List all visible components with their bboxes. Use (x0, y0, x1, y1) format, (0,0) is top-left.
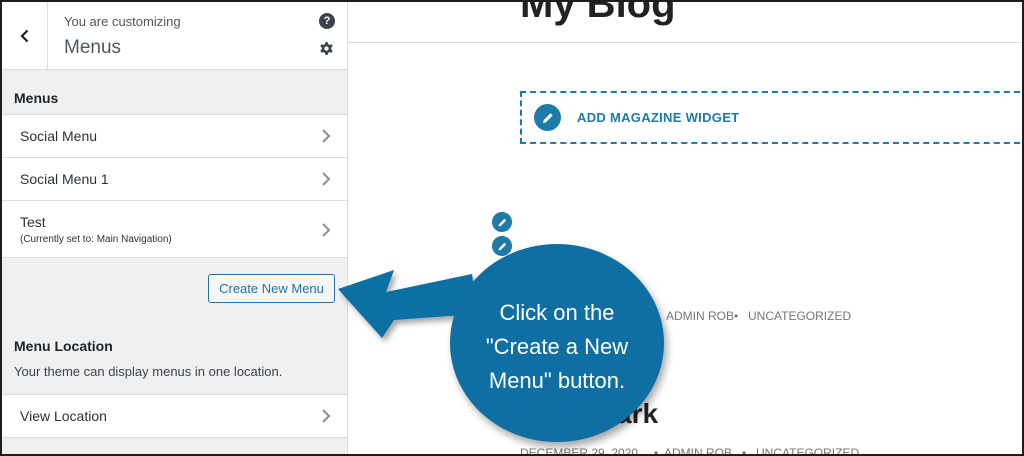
customizer-window: You are customizing Menus ? Menus Social… (0, 0, 1024, 456)
callout-line: Menu" button. (488, 368, 626, 393)
callout-line: "Create a New (485, 334, 629, 359)
callout-text: Click on the "Create a New Menu" button. (450, 296, 664, 398)
callout-line: Click on the (499, 300, 615, 325)
